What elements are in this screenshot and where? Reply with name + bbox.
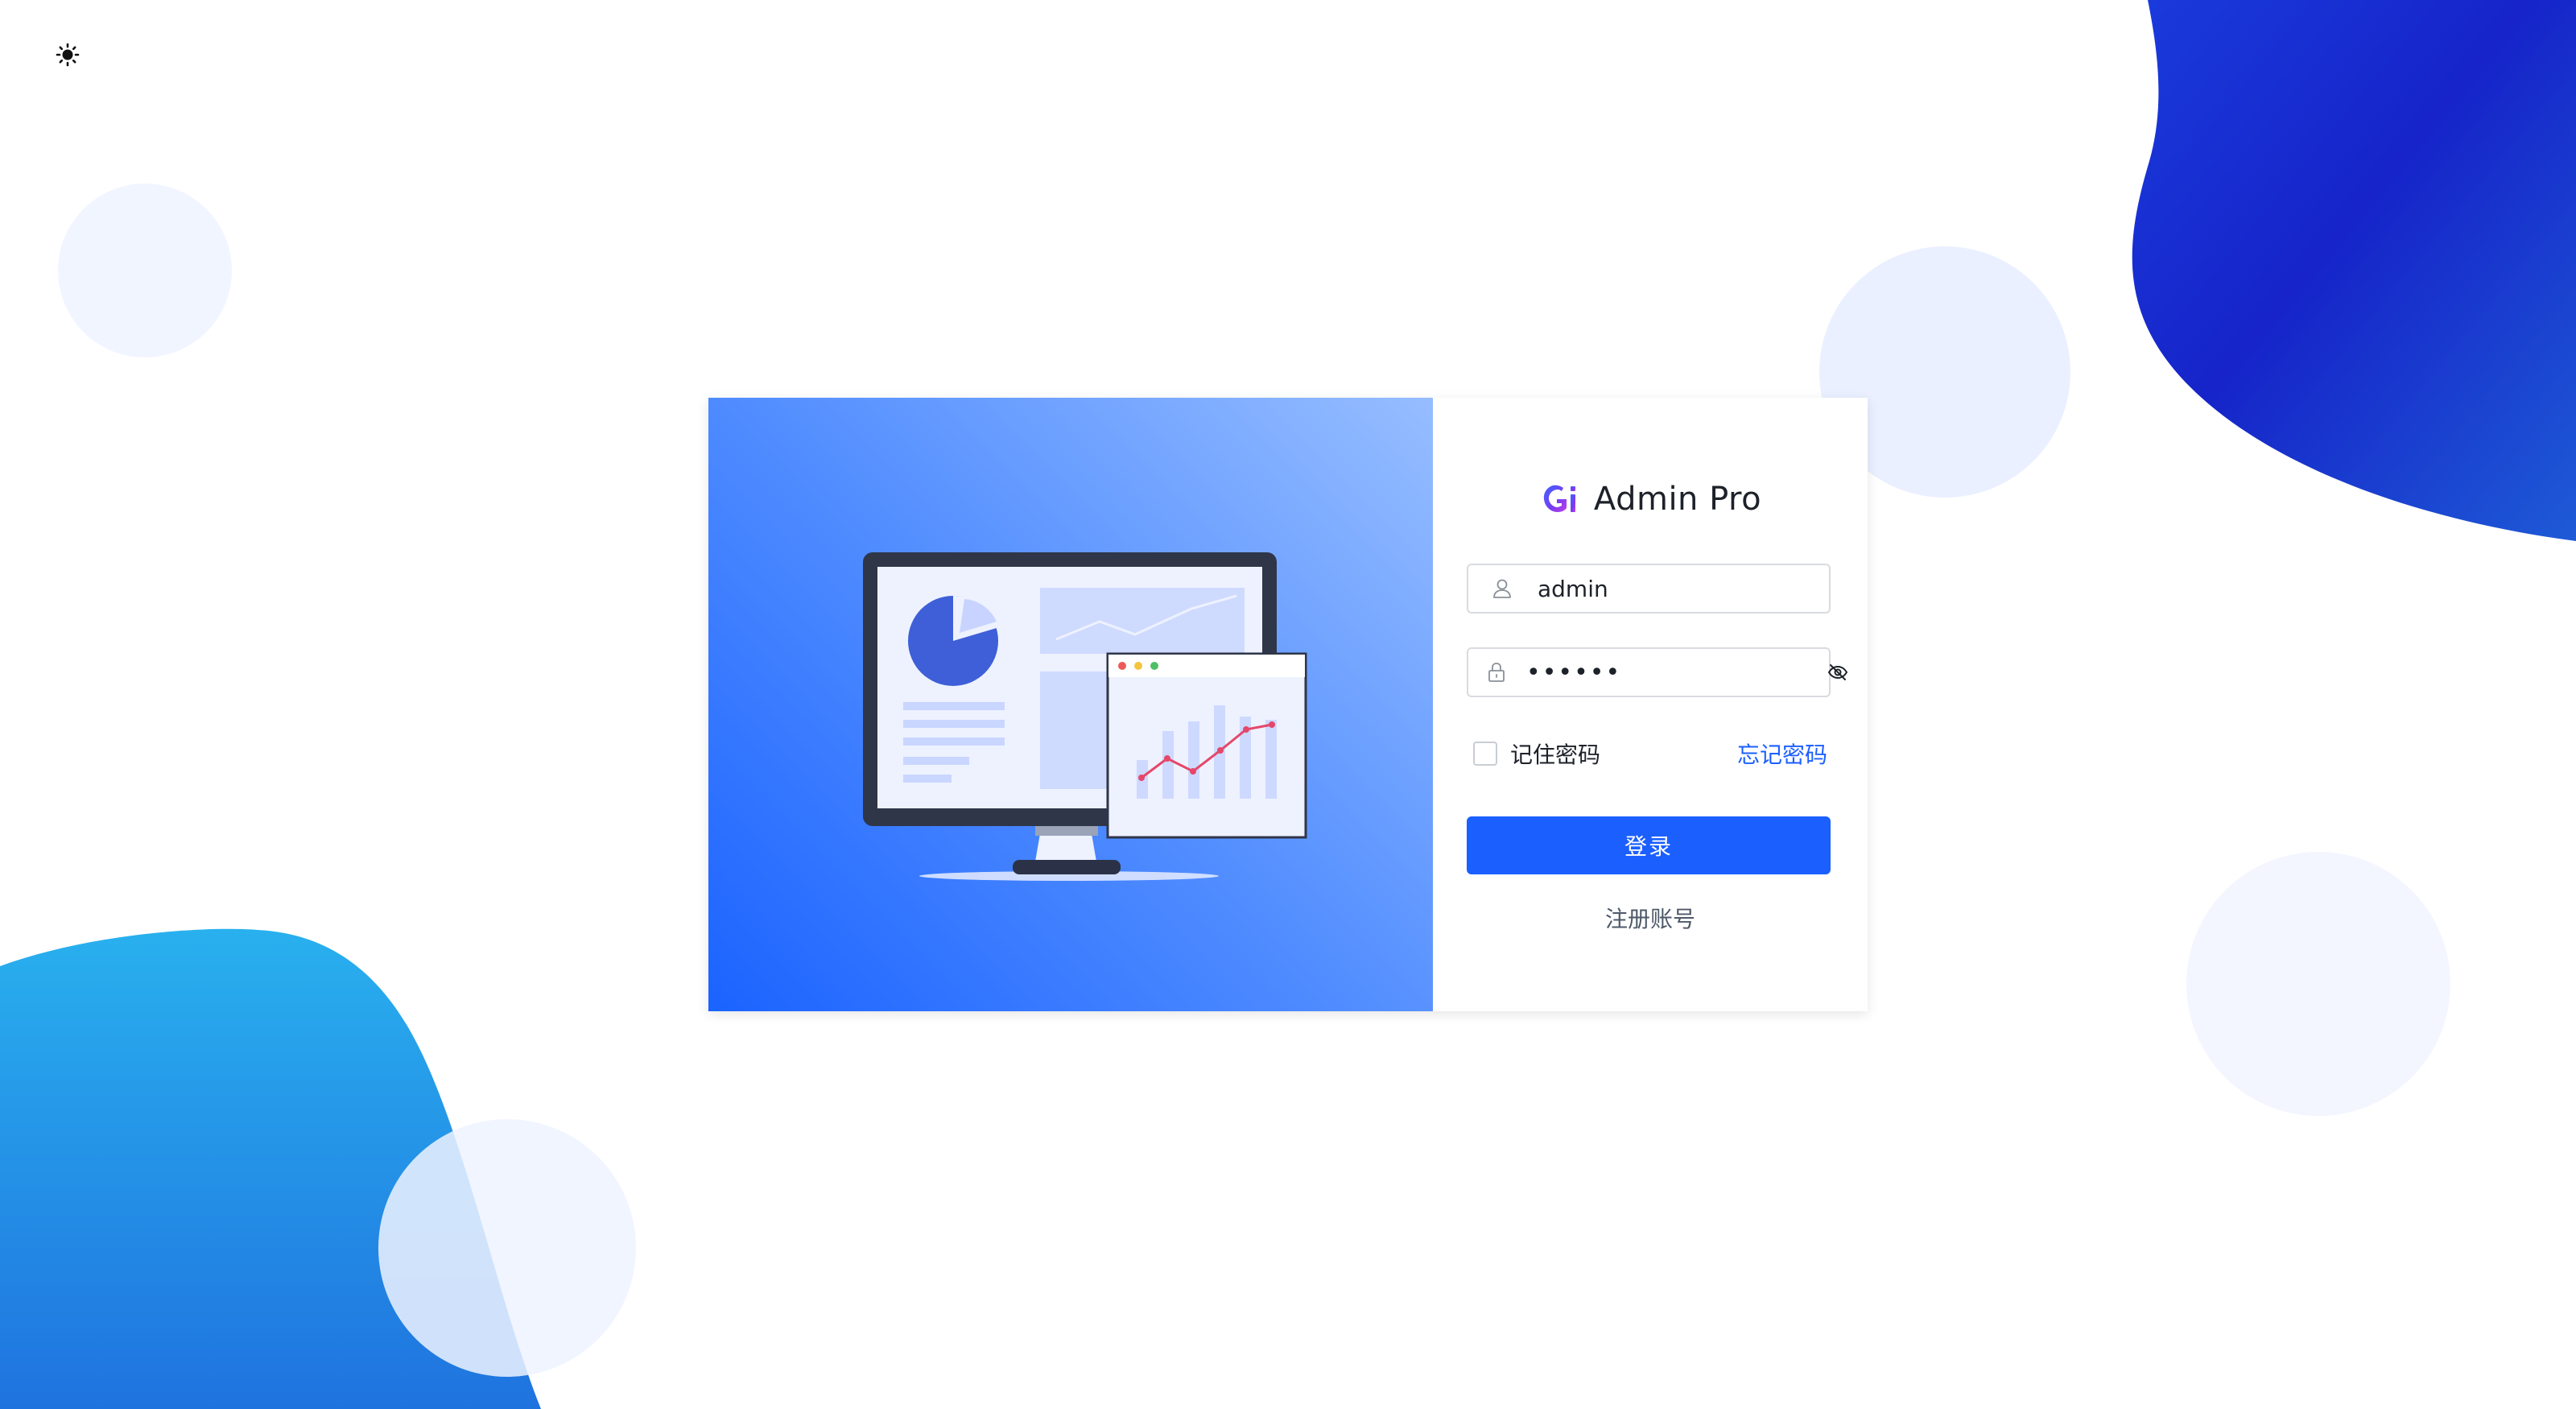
theme-toggle-button[interactable] bbox=[52, 39, 84, 71]
top-right-blob bbox=[2132, 0, 2576, 541]
register-account-link[interactable]: 注册账号 bbox=[1433, 902, 1868, 934]
screen-line-panel bbox=[1040, 588, 1245, 654]
bubble-right bbox=[2186, 852, 2450, 1116]
dashboard-illustration bbox=[863, 552, 1307, 881]
login-options: 记住密码 忘记密码 bbox=[1473, 736, 1827, 771]
username-field[interactable] bbox=[1467, 564, 1831, 614]
bubble-top-left bbox=[58, 184, 232, 357]
username-input[interactable] bbox=[1538, 575, 1829, 602]
login-page: Admin Pro admin 记住密码 忘记密码 登录 注册账号 bbox=[0, 0, 2576, 1409]
login-form-panel: Admin Pro admin 记住密码 忘记密码 登录 注册账号 bbox=[1433, 398, 1868, 1011]
login-card: Admin Pro admin 记住密码 忘记密码 登录 注册账号 bbox=[708, 398, 1868, 1011]
forgot-password-link[interactable]: 忘记密码 bbox=[1737, 738, 1827, 770]
sun-icon bbox=[56, 43, 80, 67]
remember-password-label: 记住密码 bbox=[1510, 742, 1601, 768]
monitor-foot bbox=[1013, 860, 1121, 874]
remember-password-checkbox[interactable]: 记住密码 bbox=[1473, 738, 1600, 770]
checkbox-box[interactable] bbox=[1473, 742, 1497, 766]
login-button[interactable]: 登录 bbox=[1467, 816, 1831, 874]
password-input[interactable] bbox=[1526, 658, 1827, 687]
login-illustration-panel bbox=[708, 398, 1433, 1011]
brand-logo-icon bbox=[1543, 485, 1575, 512]
eye-off-icon[interactable] bbox=[1827, 655, 1849, 690]
lock-icon bbox=[1484, 655, 1509, 690]
brand: Admin Pro bbox=[1433, 478, 1868, 520]
user-icon bbox=[1484, 571, 1520, 606]
brand-name: Admin Pro bbox=[1593, 481, 1762, 518]
password-field[interactable] bbox=[1467, 647, 1848, 697]
